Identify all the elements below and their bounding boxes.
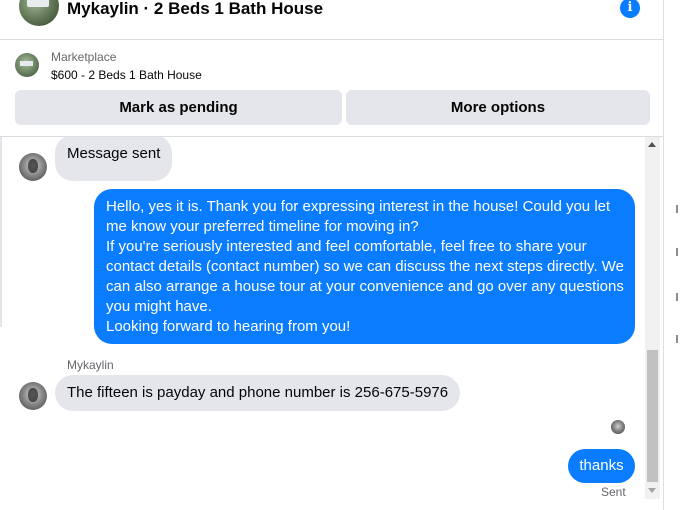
message-line: Hello, yes it is. Thank you for expressi…	[106, 198, 611, 215]
sender-avatar[interactable]	[19, 382, 47, 410]
sender-name: Mykaylin	[67, 358, 114, 372]
marketplace-label: Marketplace	[51, 50, 117, 64]
scroll-up-arrow-icon[interactable]	[648, 142, 656, 147]
message-line: contact details (contact number) so we c…	[106, 258, 625, 275]
sender-avatar[interactable]	[19, 153, 47, 181]
message-bubble-incoming: The fifteen is payday and phone number i…	[55, 375, 461, 411]
left-divider	[0, 137, 2, 327]
info-icon[interactable]: i	[620, 0, 640, 18]
message-bubble-outgoing: Hello, yes it is. Thank you for expressi…	[94, 189, 635, 344]
conversation-title[interactable]: Mykaylin · 2 Beds 1 Bath House	[67, 0, 323, 20]
message-line: Looking forward to hearing from you!	[106, 318, 351, 335]
message-status: Sent	[601, 485, 626, 499]
background-glyph	[676, 248, 681, 256]
message-list: Message sent Hello, yes it is. Thank you…	[0, 137, 645, 510]
listing-title[interactable]: $600 - 2 Beds 1 Bath House	[51, 68, 202, 83]
message-line: If you're seriously interested and feel …	[106, 238, 587, 255]
listing-thumbnail[interactable]	[15, 53, 39, 77]
chat-header: Mykaylin · 2 Beds 1 Bath House i	[0, 0, 664, 40]
listing-avatar[interactable]	[19, 0, 59, 26]
message-bubble-incoming: Message sent	[55, 137, 173, 181]
message-scrollbar[interactable]	[645, 137, 660, 499]
message-line: can also arrange a house tour at your co…	[106, 278, 624, 295]
scrollbar-thumb[interactable]	[647, 350, 658, 482]
seen-indicator-avatar	[611, 420, 625, 434]
more-options-button[interactable]: More options	[346, 90, 650, 125]
background-glyph	[676, 293, 681, 301]
message-line: you might have.	[106, 298, 212, 315]
background-glyph	[676, 205, 681, 213]
mark-as-pending-button[interactable]: Mark as pending	[15, 90, 342, 125]
window-border	[663, 0, 664, 510]
background-glyph	[676, 335, 681, 343]
message-bubble-outgoing: thanks	[568, 449, 635, 483]
marketplace-panel: Marketplace $600 - 2 Beds 1 Bath House M…	[0, 40, 664, 137]
scroll-down-arrow-icon[interactable]	[648, 488, 656, 493]
message-line: me know your preferred timeline for movi…	[106, 218, 419, 235]
chat-window: Mykaylin · 2 Beds 1 Bath House i Marketp…	[0, 0, 664, 510]
